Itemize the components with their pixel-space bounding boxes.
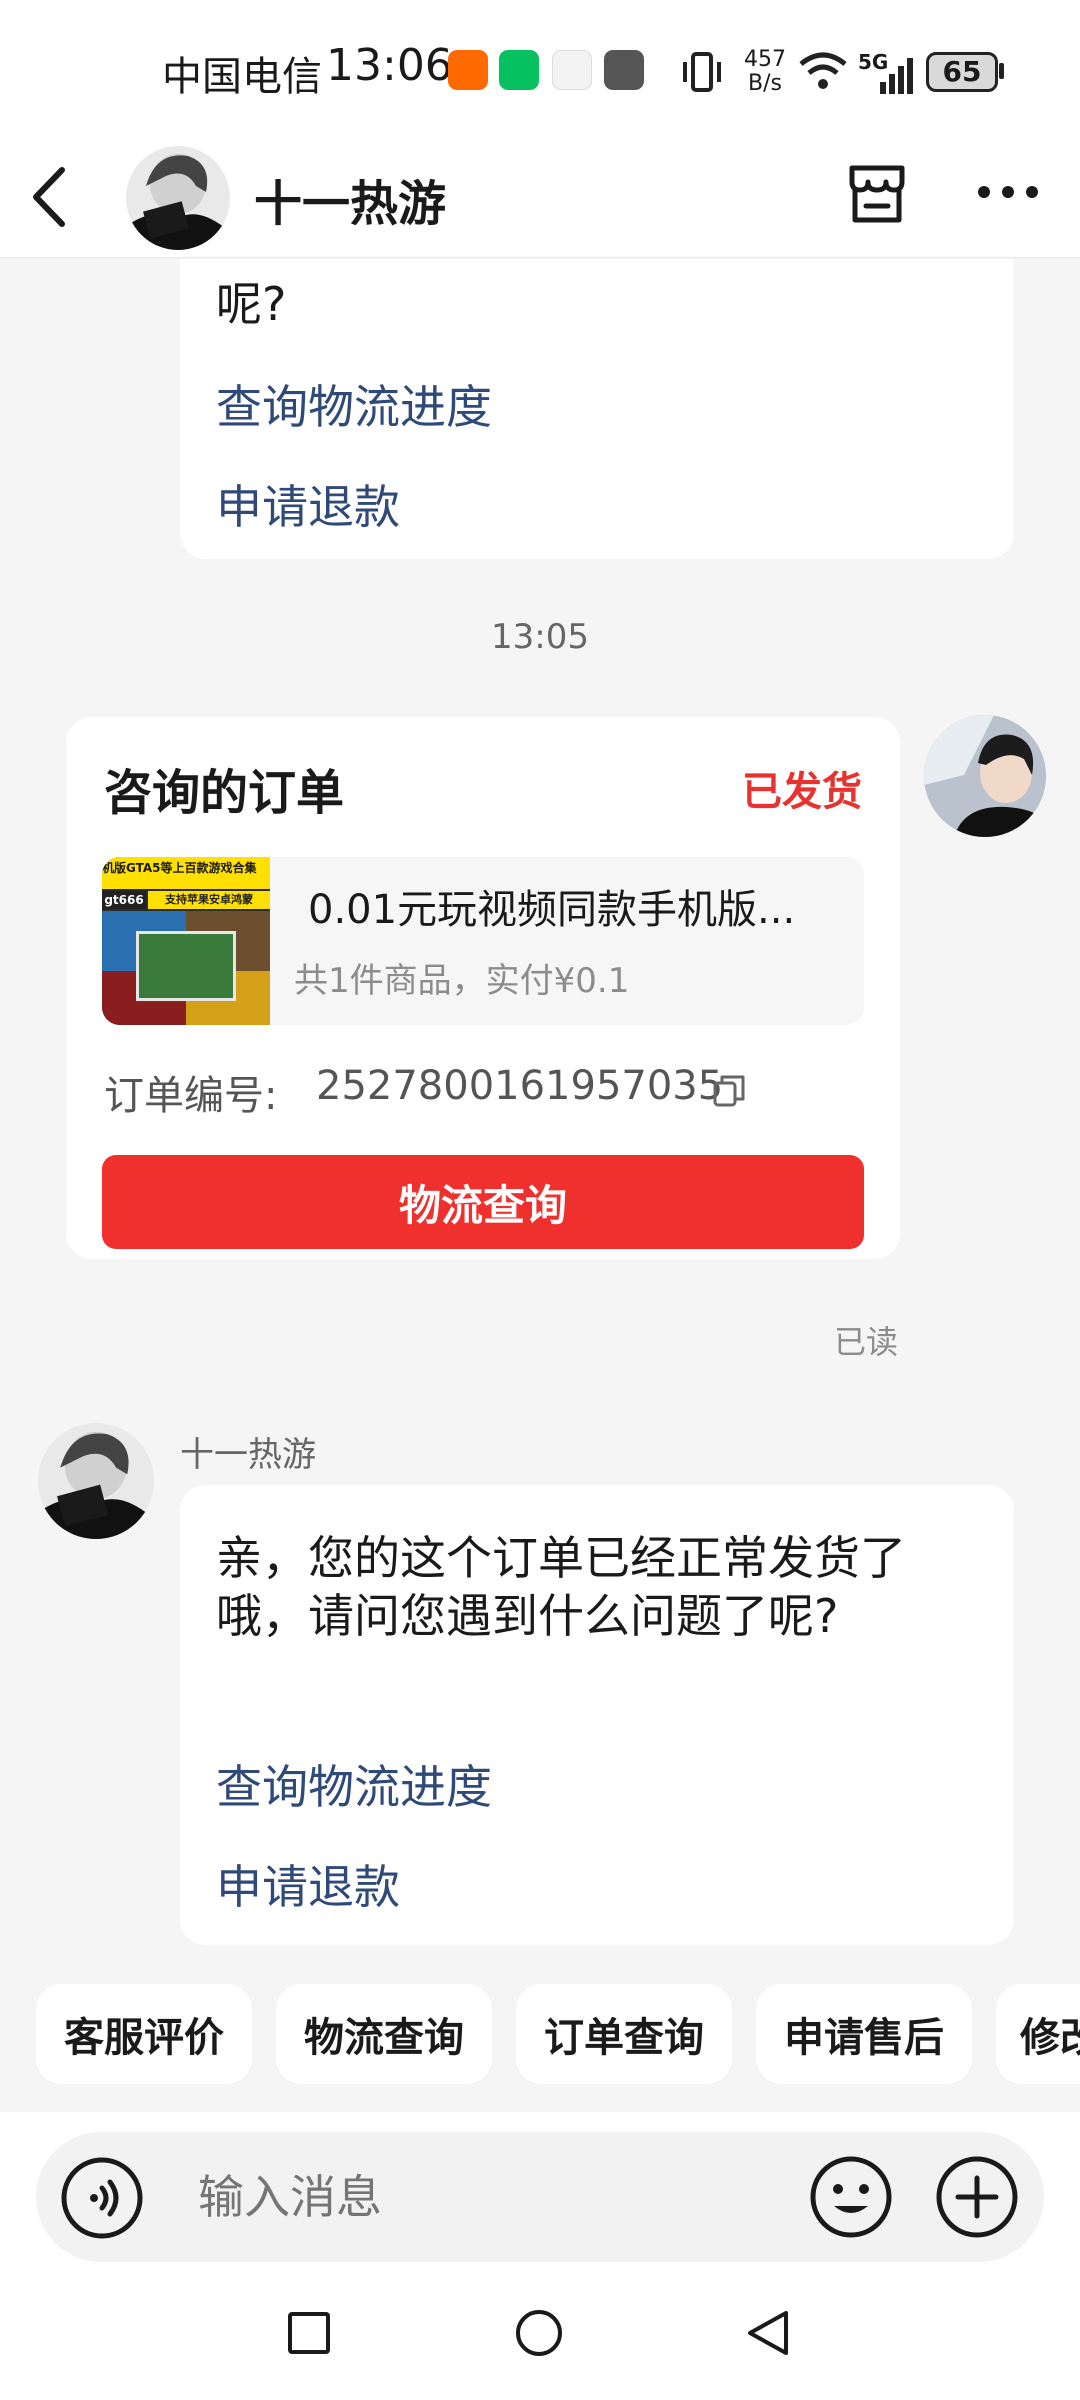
- chat-area[interactable]: 呢? 查询物流进度 申请退款 13:05 咨询的订单 已发货 机版GTA5等上百…: [0, 259, 1080, 1984]
- message-input-container[interactable]: [36, 2132, 1044, 2262]
- order-number: 2527800161957035: [316, 1063, 724, 1109]
- system-nav-bar: [0, 2262, 1080, 2400]
- order-product-row[interactable]: 机版GTA5等上百款游戏合集 gt666 支持苹果安卓鸿蒙 0.01元玩视频同款…: [102, 857, 864, 1025]
- product-name: 0.01元玩视频同款手机版...: [308, 887, 796, 933]
- shop-reply-avatar-image: [38, 1431, 154, 1539]
- user-avatar-image: [924, 715, 1046, 837]
- status-time: 13:06: [326, 40, 453, 91]
- plus-icon[interactable]: [934, 2154, 1020, 2240]
- shop-avatar[interactable]: [126, 146, 230, 250]
- wifi-icon: [799, 52, 847, 89]
- order-summary: 共1件商品，实付¥0.1: [294, 961, 630, 1001]
- status-bar: 中国电信 13:06 457 B/s 5G 65: [0, 0, 1080, 140]
- message-bubble-previous: 呢? 查询物流进度 申请退款: [180, 259, 1014, 559]
- order-card-title: 咨询的订单: [104, 765, 345, 821]
- chat-timestamp: 13:05: [491, 617, 589, 657]
- order-card[interactable]: 咨询的订单 已发货 机版GTA5等上百款游戏合集 gt666 支持苹果安卓鸿蒙 …: [66, 717, 900, 1259]
- battery-tip: [999, 63, 1004, 79]
- order-status-badge: 已发货: [742, 769, 862, 815]
- chip-modify[interactable]: 修改: [996, 1984, 1080, 2084]
- shop-reply-avatar[interactable]: [38, 1423, 154, 1539]
- net-speed-value: 457: [744, 47, 786, 72]
- net-speed-unit: B/s: [748, 71, 782, 96]
- vibrate-icon: [683, 52, 721, 92]
- quick-action-bar: 客服评价 物流查询 订单查询 申请售后 修改: [0, 1984, 1080, 2112]
- shop-avatar-image: [126, 154, 230, 250]
- thumb-game-cover: [136, 931, 236, 1001]
- shop-name[interactable]: 十一热游: [254, 164, 446, 234]
- net-speed: 457 B/s: [744, 48, 786, 96]
- thumb-banner-band: [102, 879, 270, 889]
- apply-refund-link[interactable]: 申请退款: [216, 1851, 400, 1917]
- order-no-label: 订单编号:: [104, 1073, 278, 1119]
- more-icon[interactable]: [976, 182, 1040, 202]
- battery-icon: 65: [926, 52, 998, 92]
- input-bar: [0, 2112, 1080, 2262]
- wechat-app-icon: [499, 50, 539, 90]
- copy-icon[interactable]: [712, 1073, 746, 1109]
- reply-text: 亲，您的这个订单已经正常发货了哦，请问您遇到什么问题了呢?: [216, 1531, 906, 1643]
- taobao-app-icon: [448, 50, 488, 90]
- user-avatar[interactable]: [924, 715, 1046, 837]
- track-logistics-link[interactable]: 查询物流进度: [216, 1751, 492, 1817]
- thumb-banner-text: 机版GTA5等上百款游戏合集: [102, 857, 270, 879]
- product-thumbnail: 机版GTA5等上百款游戏合集 gt666 支持苹果安卓鸿蒙: [102, 857, 270, 1025]
- carrier-label: 中国电信: [162, 54, 322, 100]
- store-icon[interactable]: [844, 162, 910, 228]
- home-icon[interactable]: [514, 2308, 564, 2358]
- chip-after-sales[interactable]: 申请售后: [756, 1984, 972, 2084]
- voice-icon[interactable]: [60, 2156, 144, 2240]
- huawei-app-icon: [552, 50, 592, 90]
- message-input[interactable]: [198, 2164, 798, 2230]
- thumb-tag: gt666: [102, 891, 146, 909]
- chip-order-query[interactable]: 订单查询: [516, 1984, 732, 2084]
- battery-level: 65: [942, 55, 982, 88]
- chat-header: 十一热游: [0, 140, 1080, 258]
- apply-refund-link[interactable]: 申请退款: [216, 471, 400, 537]
- read-status: 已读: [834, 1323, 899, 1361]
- back-arrow-icon[interactable]: [24, 162, 74, 232]
- recent-apps-icon[interactable]: [286, 2310, 332, 2356]
- message-text: 呢?: [216, 277, 287, 331]
- chip-logistics-query[interactable]: 物流查询: [276, 1984, 492, 2084]
- track-logistics-link[interactable]: 查询物流进度: [216, 371, 492, 437]
- message-bubble-reply: 亲，您的这个订单已经正常发货了哦，请问您遇到什么问题了呢? 查询物流进度 申请退…: [180, 1485, 1014, 1945]
- logistics-query-button[interactable]: 物流查询: [102, 1155, 864, 1249]
- back-icon[interactable]: [744, 2308, 792, 2358]
- thumb-tag2: 支持苹果安卓鸿蒙: [148, 891, 270, 909]
- signal-icon: [880, 58, 913, 94]
- emoji-icon[interactable]: [808, 2154, 894, 2240]
- sender-name: 十一热游: [180, 1435, 316, 1475]
- chip-service-rating[interactable]: 客服评价: [36, 1984, 252, 2084]
- notification-app-icon: [604, 50, 644, 90]
